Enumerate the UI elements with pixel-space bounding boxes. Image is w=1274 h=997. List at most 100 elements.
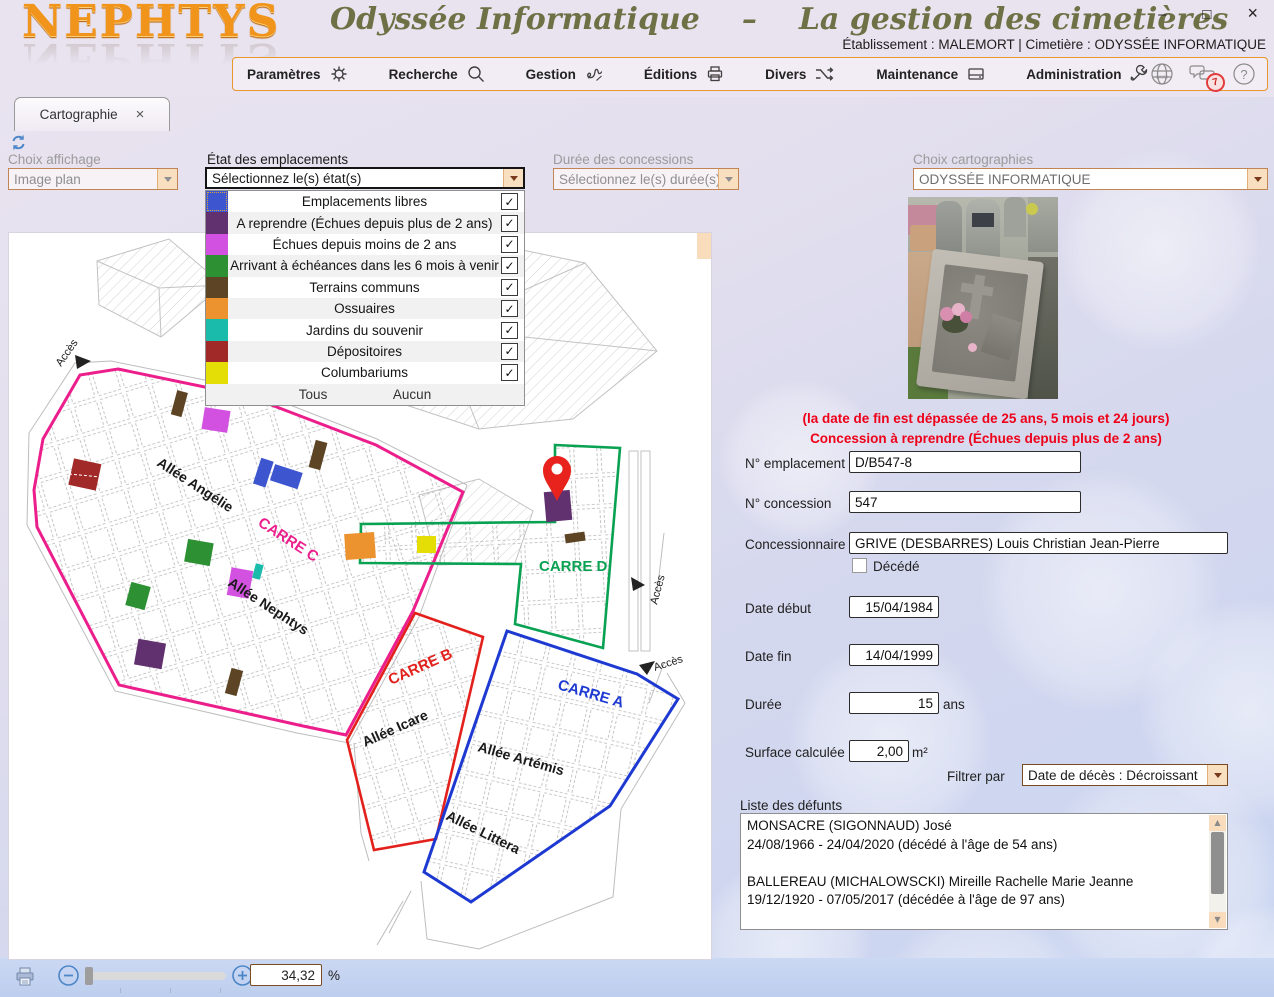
defunt-name[interactable]: BALLEREAU (MICHALOWSCKI) Mireille Rachel… [747,873,1205,892]
tab-cartographie-label: Cartographie [40,107,118,122]
decede-checkbox[interactable] [852,558,867,573]
warning-concession-reprendre: Concession à reprendre (Échues depuis pl… [740,431,1232,446]
defunts-listbox[interactable]: MONSACRE (SIGONNAUD) José 24/08/1966 - 2… [740,813,1228,930]
plot-columbarium [417,536,436,553]
chat-bubbles-icon[interactable]: 7 [1188,62,1218,86]
legend-item-jardins-souvenir[interactable]: Jardins du souvenir ✓ [206,319,524,340]
refresh-map-icon[interactable] [10,134,27,156]
checkbox[interactable]: ✓ [501,279,518,296]
dropdown-arrow-icon[interactable] [157,169,177,189]
checkbox[interactable]: ✓ [501,300,518,317]
menu-administration[interactable]: Administration [1026,64,1149,84]
choix-affichage-value: Image plan [14,172,81,187]
access-label-southeast: Accès [652,653,685,674]
surface-input[interactable]: 2,00 [849,740,909,762]
close-button[interactable]: × [1247,6,1258,23]
legend-item-a-reprendre[interactable]: A reprendre (Échues depuis plus de 2 ans… [206,212,524,233]
liste-defunts-label: Liste des défunts [740,798,842,813]
menu-maintenance-label: Maintenance [876,67,958,82]
date-debut-input[interactable]: 15/04/1984 [849,596,939,618]
color-swatch [206,212,228,233]
menu-editions[interactable]: Éditions [644,64,725,84]
refresh-icon[interactable] [1270,62,1274,86]
legend-item-columbariums[interactable]: Columbariums ✓ [206,362,524,383]
etat-emplacements-label: État des emplacements [207,152,348,167]
checkbox[interactable]: ✓ [501,343,518,360]
dropdown-arrow-icon[interactable] [1207,765,1227,785]
tab-cartographie[interactable]: Cartographie × [14,97,170,131]
color-swatch [206,191,228,212]
select-none-link[interactable]: Aucun [393,387,431,402]
defunts-scrollbar[interactable]: ▲ ▼ [1209,815,1226,928]
print-map-icon[interactable] [14,966,36,993]
globe-www-icon[interactable]: www [1149,61,1175,87]
duree-input[interactable]: 15 [849,692,939,714]
legend-item-depositoires[interactable]: Dépositoires ✓ [206,341,524,362]
defunt-name[interactable]: DERRIER (BILLETLEGROS) Jacques [747,929,1205,930]
emplacement-input[interactable]: D/B547-8 [849,451,1081,473]
menu-administration-label: Administration [1026,67,1121,82]
concessionnaire-label: Concessionnaire [745,537,846,552]
filtrer-par-label: Filtrer par [947,769,1005,784]
menu-maintenance[interactable]: Maintenance [876,64,986,84]
dropdown-arrow-icon[interactable] [718,169,738,189]
filtre-select[interactable]: Date de décès : Décroissant [1022,764,1228,786]
dropdown-arrow-icon[interactable] [1247,169,1267,189]
etat-emplacements-placeholder: Sélectionnez le(s) état(s) [212,171,361,186]
etat-dropdown-panel: Emplacements libres ✓ A reprendre (Échue… [205,190,525,406]
checkbox[interactable]: ✓ [501,364,518,381]
menu-bar: Paramètres Recherche Gestion [232,57,1268,91]
legend-item-terrains-communs[interactable]: Terrains communs ✓ [206,277,524,298]
color-swatch [206,298,228,319]
menu-divers[interactable]: Divers [765,64,836,84]
menu-parametres[interactable]: Paramètres [247,64,349,84]
zoom-slider-handle[interactable] [85,967,93,985]
checkbox[interactable]: ✓ [501,322,518,339]
scroll-thumb[interactable] [1211,832,1224,894]
defunt-name[interactable]: MONSACRE (SIGONNAUD) José [747,817,1205,836]
emplacement-label: N° emplacement [745,456,845,471]
checkbox[interactable]: ✓ [501,193,518,210]
select-all-link[interactable]: Tous [299,387,328,402]
choix-cartographies-select[interactable]: ODYSSÉE INFORMATIQUE [913,168,1268,190]
minimize-button[interactable]: – [1158,6,1166,23]
grave-photo [908,197,1058,399]
zoom-out-icon[interactable] [57,964,80,992]
maximize-button[interactable]: □ [1202,6,1211,23]
warning-date-depassee: (la date de fin est dépassée de 25 ans, … [740,411,1232,426]
menu-gestion[interactable]: Gestion [526,64,604,84]
color-swatch [206,319,228,340]
application-window: NEPHTYS NEPHTYS Odyssée Informatique – L… [0,0,1274,997]
etat-emplacements-select[interactable]: Sélectionnez le(s) état(s) [205,167,525,189]
duree-concessions-select[interactable]: Sélectionnez le(s) durée(s) [553,168,739,190]
concession-label: N° concession [745,496,831,511]
legend-item-echues-moins-2-ans[interactable]: Échues depuis moins de 2 ans ✓ [206,234,524,255]
checkbox[interactable]: ✓ [501,236,518,253]
shuffle-icon [814,64,836,84]
concessionnaire-input[interactable]: GRIVE (DESBARRES) Louis Christian Jean-P… [849,532,1228,554]
svg-text:www: www [1155,75,1168,81]
scroll-up-icon[interactable]: ▲ [1209,815,1226,831]
checkbox[interactable]: ✓ [501,215,518,232]
menu-recherche[interactable]: Recherche [389,64,486,84]
scroll-down-icon[interactable]: ▼ [1209,912,1226,928]
tab-close-icon[interactable]: × [136,106,145,123]
choix-affichage-select[interactable]: Image plan [8,168,178,190]
color-swatch [206,341,228,362]
zoom-percent-input[interactable]: 34,32 [250,964,322,986]
color-swatch [206,362,228,383]
dropdown-arrow-icon[interactable] [503,169,523,187]
decede-label: Décédé [873,559,920,574]
help-icon[interactable]: ? [1231,61,1257,87]
legend-item-arrivant-echeances[interactable]: Arrivant à échéances dans les 6 mois à v… [206,255,524,276]
legend-item-ossuaires[interactable]: Ossuaires ✓ [206,298,524,319]
menu-parametres-label: Paramètres [247,67,321,82]
establishment-subtitle: Établissement : MALEMORT | Cimetière : O… [842,37,1266,52]
legend-item-emplacements-libres[interactable]: Emplacements libres ✓ [206,191,524,212]
date-fin-input[interactable]: 14/04/1999 [849,644,939,666]
zoom-slider[interactable] [84,972,226,980]
printer-icon [705,64,725,84]
concession-input[interactable]: 547 [849,491,1081,513]
filtre-value: Date de décès : Décroissant [1028,768,1198,783]
checkbox[interactable]: ✓ [501,257,518,274]
